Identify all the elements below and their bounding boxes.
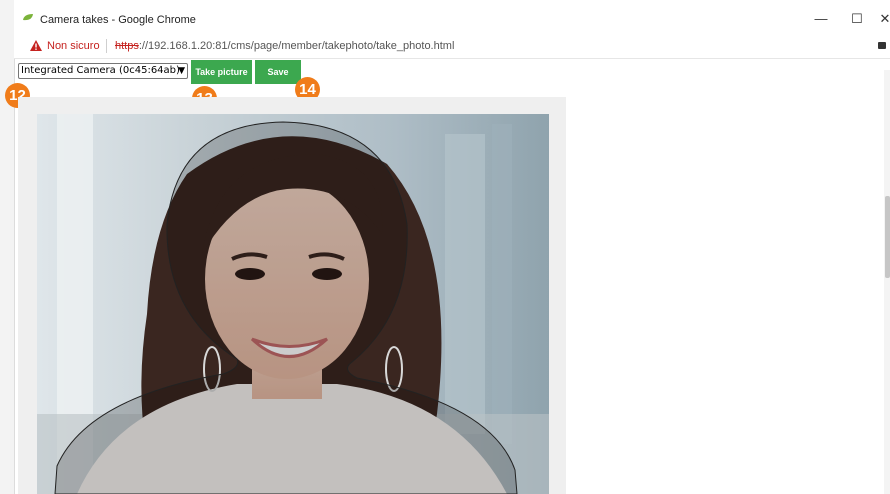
address-bar[interactable]: Non sicuro https://192.168.1.20:81/cms/p… <box>14 34 890 59</box>
security-label[interactable]: Non sicuro <box>47 40 100 52</box>
url-scheme: https <box>115 40 139 52</box>
save-button[interactable]: Save <box>255 60 301 84</box>
extension-icon[interactable] <box>878 42 886 49</box>
scrollbar-track[interactable] <box>884 70 890 494</box>
address-separator <box>106 39 107 53</box>
scrollbar-thumb[interactable] <box>885 196 890 278</box>
window-titlebar: Camera takes - Google Chrome — ☐ ✕ <box>14 0 890 34</box>
maximize-button[interactable]: ☐ <box>842 9 872 29</box>
camera-select-value: Integrated Camera (0c45:64ab) <box>21 65 180 76</box>
url-text[interactable]: https://192.168.1.20:81/cms/page/member/… <box>115 40 454 52</box>
left-window-edge <box>0 0 15 494</box>
warning-icon <box>30 40 42 51</box>
camera-preview-image <box>37 114 549 494</box>
camera-select[interactable]: Integrated Camera (0c45:64ab) ▼ <box>18 63 188 79</box>
minimize-button[interactable]: — <box>806 9 836 29</box>
take-picture-button[interactable]: Take picture <box>191 60 252 84</box>
chevron-down-icon: ▼ <box>178 66 185 76</box>
close-button[interactable]: ✕ <box>870 9 890 29</box>
url-path: ://192.168.1.20:81/cms/page/member/takep… <box>138 40 455 52</box>
window-title: Camera takes - Google Chrome <box>40 14 196 26</box>
chrome-app-icon <box>23 14 33 21</box>
